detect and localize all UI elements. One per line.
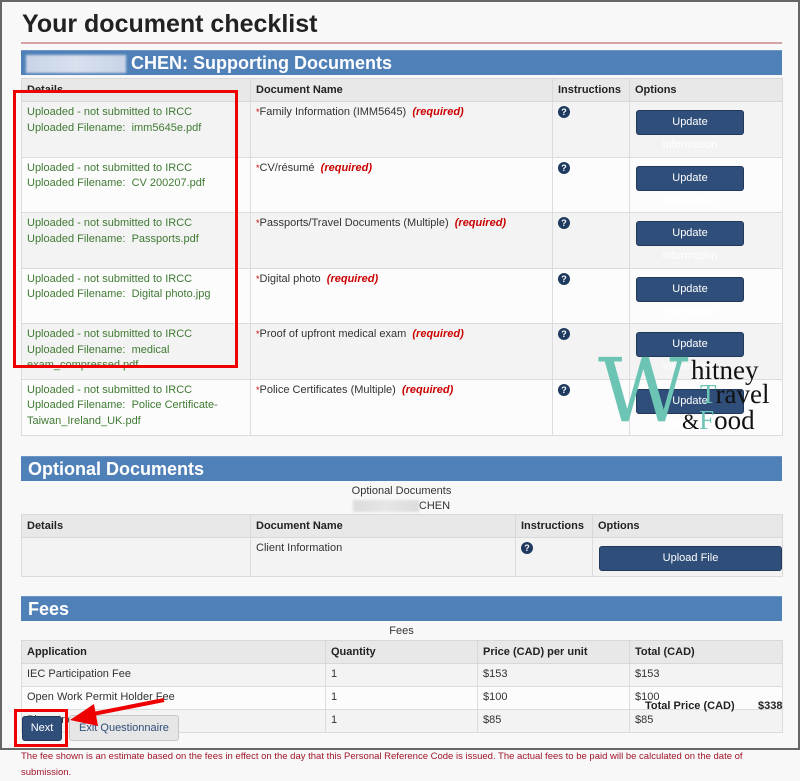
highlight-box-next [14,709,68,747]
document-name: Police Certificates (Multiple) [259,383,396,396]
instructions-cell: ? [552,212,630,269]
table-row: Client Information ? Upload File [21,537,783,577]
fees-caption: Fees [389,625,414,637]
fee-price: $153 [477,663,630,687]
fee-price: $85 [477,709,630,733]
red-arrow-icon [70,698,165,726]
document-name: CV/résumé [259,161,315,174]
column-header-document-name: Document Name [250,78,553,102]
question-circle-icon[interactable]: ? [558,106,570,118]
redacted-name [352,500,419,513]
fee-quantity: 1 [325,686,478,710]
document-name-cell: *Proof of upfront medical exam (required… [250,323,553,380]
document-name-cell: *Police Certificates (Multiple) (require… [250,378,553,436]
update-information-button[interactable]: Update Information [636,110,744,151]
update-information-button[interactable]: Update Information [636,165,744,207]
required-label: (required) [454,217,507,229]
document-name: Digital photo [259,272,321,285]
arrow-shaft [87,698,165,717]
required-label: (required) [412,328,464,340]
required-label: (required) [326,272,379,285]
fee-quantity: 1 [325,663,478,687]
arrow-head [70,704,98,726]
question-circle-icon[interactable]: ? [558,328,570,340]
document-name: Passports/Travel Documents (Multiple) [259,217,449,229]
filename-label: Uploaded Filename: [27,399,126,411]
options-cell: Update Information [629,212,783,269]
document-name: Family Information (IMM5645) [259,106,407,118]
column-header-price: Price (CAD) per unit [477,640,630,664]
fee-total: $85 [629,709,783,733]
question-circle-icon[interactable]: ? [558,217,570,229]
fee-quantity: 1 [325,709,478,733]
logo-big-w: W [598,339,689,442]
fee-row: IEC Participation Fee 1 $153 $153 [21,663,783,687]
column-header-application: Application [21,640,326,664]
document-name-cell: Client Information [250,537,516,577]
title-divider [21,42,782,44]
logo-f: F [699,405,715,435]
column-header-document-name: Document Name [250,514,516,538]
document-name-cell: *Family Information (IMM5645) (required) [250,101,553,158]
details-cell: Uploaded - not submitted to IRCC Uploaded… [21,378,251,436]
question-circle-icon[interactable]: ? [558,161,570,174]
instructions-cell: ? [515,537,593,577]
question-circle-icon[interactable]: ? [558,383,570,396]
column-header-options: Options [592,514,783,538]
column-header-quantity: Quantity [325,640,478,664]
instructions-cell: ? [552,267,630,324]
optional-caption-title: Optional Documents [351,485,452,497]
fee-application: IEC Participation Fee [21,663,326,687]
optional-caption-name: CHEN [21,499,782,514]
logo-line-2: Travel [700,381,770,408]
supporting-header-text: CHEN: Supporting Documents [131,53,392,73]
highlight-box-details [13,90,238,368]
options-cell: Update Information [629,156,783,213]
details-cell [21,537,251,577]
fee-estimate-note: The fee shown is an estimate based on th… [21,751,743,778]
total-price-label: Total Price (CAD) [645,700,735,712]
whitney-travel-food-logo: W hitney Travel &Food [598,343,778,439]
column-header-details: Details [21,514,251,538]
question-circle-icon[interactable]: ? [558,272,570,285]
document-name: Proof of upfront medical exam [259,328,407,340]
optional-documents-table: Details Document Name Instructions Optio… [21,514,783,577]
optional-caption-surname: CHEN [418,500,451,512]
logo-amp: & [682,409,700,434]
required-label: (required) [320,161,373,174]
optional-caption: Optional Documents CHEN [21,484,782,514]
instructions-cell: ? [552,156,630,213]
fees-header: Fees [21,596,782,621]
total-price-value: $338 [758,700,783,712]
column-header-instructions: Instructions [552,78,630,102]
options-cell: Update Information [629,267,783,324]
document-name-cell: *CV/résumé (required) [250,156,553,213]
options-cell: Upload File [592,537,783,577]
column-header-instructions: Instructions [515,514,593,538]
document-name-cell: *Passports/Travel Documents (Multiple) (… [250,212,553,269]
question-circle-icon[interactable]: ? [521,542,533,554]
logo-line-3: &Food [682,405,755,437]
column-header-total: Total (CAD) [629,640,783,664]
table-header-row: Details Document Name Instructions Optio… [21,514,783,538]
logo-ood: ood [714,405,755,435]
column-header-options: Options [629,78,783,102]
options-cell: Update Information [629,101,783,158]
fee-total: $153 [629,663,783,687]
instructions-cell: ? [552,101,630,158]
upload-file-button[interactable]: Upload File [599,546,782,571]
upload-status: Uploaded - not submitted to IRCC [27,383,193,396]
page-title: Your document checklist [22,10,318,38]
supporting-documents-header: CHEN: Supporting Documents [21,50,782,75]
table-header-row: Application Quantity Price (CAD) per uni… [21,640,783,664]
required-label: (required) [412,106,464,118]
required-label: (required) [401,383,454,396]
fee-price: $100 [477,686,630,710]
redacted-name [26,55,126,74]
update-information-button[interactable]: Update Information [636,276,744,318]
optional-documents-header: Optional Documents [21,456,782,481]
document-name-cell: *Digital photo (required) [250,267,553,324]
update-information-button[interactable]: Update Information [636,221,744,262]
